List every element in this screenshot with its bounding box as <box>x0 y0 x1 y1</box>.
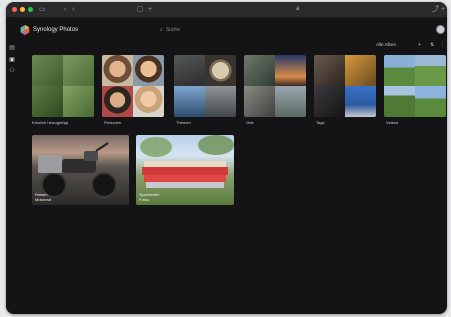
people-nav-icon[interactable]: ⚇ <box>9 68 15 74</box>
album-card-places[interactable] <box>244 55 306 117</box>
photos-nav-icon[interactable]: ▤ <box>9 45 15 51</box>
back-icon[interactable]: ‹ <box>64 4 66 15</box>
album-label: Orte <box>246 120 254 125</box>
forward-icon[interactable]: › <box>72 4 74 15</box>
album-card-topics[interactable] <box>174 55 236 117</box>
album-label: Personen <box>104 120 122 125</box>
add-icon[interactable]: + <box>418 42 421 48</box>
album-label: Videos <box>386 120 399 125</box>
collection-subtitle: Motorrad <box>35 197 52 202</box>
album-label: Tags <box>316 120 325 125</box>
collection-card-motorcycle[interactable]: Reisen Motorrad <box>32 135 129 205</box>
search-field[interactable]: ⌕ Suche <box>160 27 180 33</box>
synology-photos-logo <box>20 25 30 35</box>
collection-label: Reisen Motorrad <box>35 192 51 202</box>
album-label: Kürzlich hinzugefügt <box>32 120 69 125</box>
window-controls <box>12 7 33 12</box>
close-button[interactable] <box>12 7 17 12</box>
tabs-overview-icon[interactable]: + <box>441 4 445 15</box>
album-card-videos[interactable] <box>384 55 446 117</box>
title-bar: ▭ ‹ › ▢ + a ⤴ + <box>6 2 447 18</box>
album-card-tags[interactable] <box>314 55 376 117</box>
share-icon[interactable]: ⤴ <box>432 4 439 15</box>
minimize-button[interactable] <box>20 7 25 12</box>
collection-subtitle: Fotos <box>139 197 150 202</box>
sort-icon[interactable]: ⇅ <box>430 42 434 48</box>
tab-icon[interactable]: ▢ <box>137 4 144 15</box>
view-selector[interactable]: Alle Alben <box>376 42 396 47</box>
album-label: Themen <box>176 120 191 125</box>
app-window: ▭ ‹ › ▢ + a ⤴ + ▤ ▣ ⚇ Synology Photos ⌕ S… <box>6 2 447 314</box>
album-card-recent[interactable] <box>32 55 94 117</box>
albums-nav-icon[interactable]: ▣ <box>9 57 15 63</box>
maximize-button[interactable] <box>28 7 33 12</box>
url-text[interactable]: a <box>296 6 299 12</box>
add-tab-icon[interactable]: + <box>148 4 152 15</box>
sidebar-toggle-icon[interactable]: ▭ <box>39 4 46 15</box>
search-placeholder: Suche <box>165 27 180 33</box>
collection-card-team[interactable]: Sportverein Fotos <box>136 135 234 205</box>
more-icon[interactable]: ⋮ <box>440 42 445 48</box>
search-icon: ⌕ <box>160 27 163 33</box>
user-avatar[interactable] <box>436 25 445 34</box>
album-card-people[interactable] <box>102 55 164 117</box>
app-title: Synology Photos <box>33 27 79 33</box>
collection-label: Sportverein Fotos <box>139 192 159 202</box>
left-sidebar: ▤ ▣ ⚇ <box>6 17 18 314</box>
